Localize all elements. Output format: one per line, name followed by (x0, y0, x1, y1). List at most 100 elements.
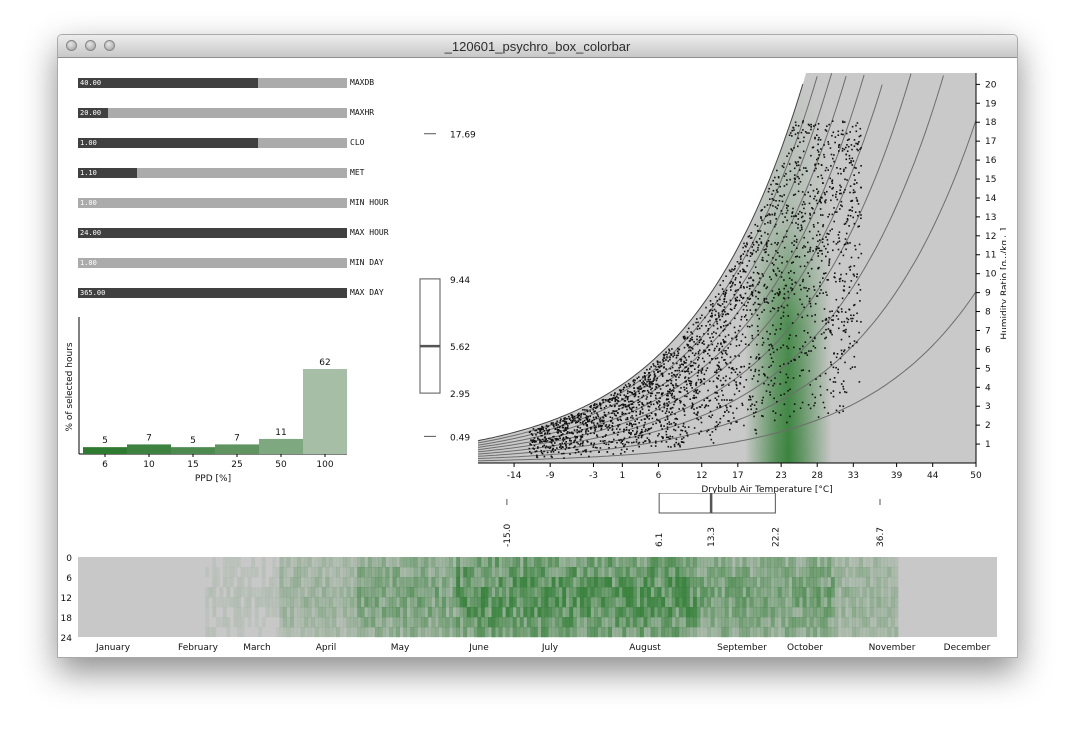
data-point (565, 441, 567, 443)
heatmap-cell (594, 617, 598, 628)
heatmap-cell (212, 577, 217, 588)
heatmap-cell (392, 557, 397, 568)
heatmap-cell (693, 567, 697, 578)
data-point (585, 417, 587, 419)
heatmap-cell (586, 577, 591, 588)
slider-fill (78, 228, 347, 238)
data-point (813, 289, 816, 291)
heatmap-cell (774, 577, 779, 588)
slider-min-hour[interactable]: 1.00 (78, 198, 347, 208)
data-point (766, 245, 768, 248)
data-point (714, 397, 717, 399)
heatmap-cell (572, 557, 577, 568)
heatmap-cell (640, 627, 644, 638)
data-point (802, 129, 804, 131)
heatmap-cell (643, 627, 648, 638)
slider-max-hour[interactable]: 24.00 (78, 228, 347, 238)
data-point (837, 311, 840, 314)
data-point (729, 270, 732, 273)
heatmap-cell (724, 557, 729, 568)
data-point (662, 360, 665, 362)
data-point (531, 434, 534, 436)
data-point (665, 351, 667, 353)
data-point (698, 433, 700, 435)
heatmap-cell (763, 557, 768, 568)
data-point (814, 347, 817, 349)
data-point (680, 360, 682, 362)
data-point (816, 158, 818, 161)
heatmap-cell (371, 577, 376, 588)
data-point (635, 432, 638, 434)
data-point (724, 313, 727, 316)
data-point (567, 447, 570, 449)
heatmap-cell (604, 607, 609, 618)
heatmap-cell (389, 587, 393, 598)
data-point (843, 329, 846, 332)
data-point (638, 386, 640, 388)
heatmap-cell (735, 567, 740, 578)
heatmap-cell (551, 607, 556, 618)
data-point (831, 228, 833, 230)
heatmap-cell (456, 607, 461, 618)
data-point (580, 414, 582, 416)
data-point (722, 293, 725, 295)
heatmap-cell (569, 587, 574, 598)
heatmap-cell (300, 557, 305, 568)
window-title: _120601_psychro_box_colorbar (444, 39, 631, 54)
heatmap-cell (682, 607, 687, 618)
data-point (849, 342, 851, 345)
data-point (840, 338, 843, 341)
data-point (717, 293, 720, 295)
heatmap-cell (477, 597, 482, 608)
data-point (762, 396, 764, 399)
heatmap-cell (721, 627, 726, 638)
data-point (754, 368, 757, 371)
data-point (823, 245, 825, 248)
heatmap-cell (763, 607, 768, 618)
data-point (766, 204, 769, 206)
data-point (641, 408, 644, 410)
heatmap-cell (357, 567, 362, 578)
data-point (832, 324, 834, 326)
data-point (586, 424, 588, 426)
heatmap-cell (774, 607, 779, 618)
heatmap-cell (424, 627, 429, 638)
data-point (814, 137, 816, 140)
data-point (567, 425, 569, 427)
data-point (675, 379, 677, 381)
slider-clo[interactable]: 1.00 (78, 138, 347, 148)
heatmap-cell (880, 557, 885, 568)
data-point (807, 272, 809, 274)
data-point (616, 434, 619, 436)
data-point (678, 348, 681, 351)
heatmap-cell (682, 617, 687, 628)
heatmap-cell (385, 567, 390, 578)
data-point (551, 444, 554, 446)
data-point (854, 191, 856, 193)
data-point (838, 237, 840, 239)
data-point (666, 398, 668, 400)
slider-maxhr[interactable]: 20.00 (78, 108, 347, 118)
slider-min-day[interactable]: 1.00 (78, 258, 347, 268)
data-point (760, 242, 763, 245)
slider-met[interactable]: 1.10 (78, 168, 347, 178)
data-point (849, 242, 851, 244)
data-point (616, 393, 619, 395)
data-point (654, 413, 656, 415)
data-point (750, 408, 752, 411)
data-point (832, 249, 834, 252)
data-point (831, 333, 833, 336)
data-point (563, 422, 566, 425)
data-point (766, 260, 768, 262)
heatmap-cell (862, 557, 867, 568)
slider-max-day[interactable]: 365.00 (78, 288, 347, 298)
data-point (698, 336, 701, 338)
heatmap-cell (813, 557, 818, 568)
data-point (619, 404, 622, 407)
heatmap-cell (569, 617, 574, 628)
data-point (799, 157, 802, 159)
slider-maxdb[interactable]: 40.00 (78, 78, 347, 88)
data-point (688, 346, 690, 349)
data-point (853, 304, 855, 307)
data-point (628, 406, 631, 409)
